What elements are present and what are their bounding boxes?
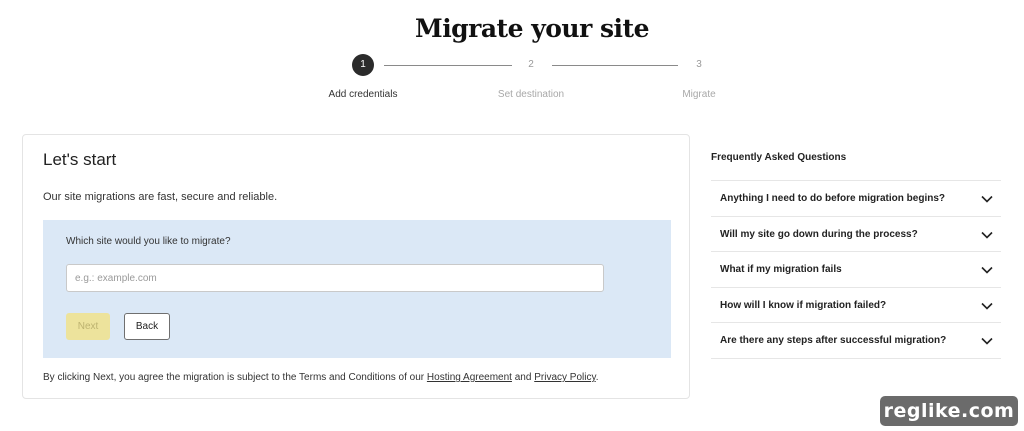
faq-list: Anything I need to do before migration b… xyxy=(711,180,1001,359)
card-subtitle: Our site migrations are fast, secure and… xyxy=(43,191,278,203)
card-title: Let's start xyxy=(43,150,117,169)
terms-text: By clicking Next, you agree the migratio… xyxy=(43,372,599,383)
step-2-label: Set destination xyxy=(497,89,565,100)
faq-item-migration-fails[interactable]: What if my migration fails xyxy=(711,252,1001,288)
step-connector-1 xyxy=(384,65,512,66)
site-form-panel: Which site would you like to migrate? Ne… xyxy=(43,220,671,358)
step-connector-2 xyxy=(552,65,678,66)
step-3-indicator: 3 xyxy=(696,59,702,70)
next-button[interactable]: Next xyxy=(66,313,110,340)
progress-stepper: 1 2 3 Add credentials Set destination Mi… xyxy=(0,0,1024,110)
chevron-down-icon xyxy=(981,302,993,310)
faq-title: Frequently Asked Questions xyxy=(711,152,847,163)
terms-prefix: By clicking Next, you agree the migratio… xyxy=(43,372,427,383)
faq-question: Anything I need to do before migration b… xyxy=(720,193,945,204)
privacy-policy-link[interactable]: Privacy Policy xyxy=(534,372,596,383)
faq-item-know-failed[interactable]: How will I know if migration failed? xyxy=(711,288,1001,323)
hosting-agreement-link[interactable]: Hosting Agreement xyxy=(427,372,512,383)
chevron-down-icon xyxy=(981,266,993,274)
site-url-input[interactable] xyxy=(66,264,604,292)
migration-card: Let's start Our site migrations are fast… xyxy=(22,134,690,399)
chevron-down-icon xyxy=(981,231,993,239)
faq-section: Frequently Asked Questions Anything I ne… xyxy=(711,152,1001,359)
terms-middle: and xyxy=(511,372,535,383)
chevron-down-icon xyxy=(981,195,993,203)
watermark-logo: reglike.com xyxy=(880,396,1018,426)
step-2-indicator: 2 xyxy=(528,59,534,70)
faq-question: Are there any steps after successful mig… xyxy=(720,335,947,346)
faq-question: How will I know if migration failed? xyxy=(720,299,887,311)
step-1-indicator: 1 xyxy=(352,54,374,76)
site-question-label: Which site would you like to migrate? xyxy=(66,236,231,247)
step-1-label: Add credentials xyxy=(328,89,398,100)
chevron-down-icon xyxy=(981,337,993,345)
step-3-label: Migrate xyxy=(682,89,716,100)
faq-question: What if my migration fails xyxy=(720,264,842,275)
back-button[interactable]: Back xyxy=(124,313,170,340)
faq-item-before-migration[interactable]: Anything I need to do before migration b… xyxy=(711,181,1001,217)
faq-question: Will my site go down during the process? xyxy=(720,228,918,240)
faq-item-site-down[interactable]: Will my site go down during the process? xyxy=(711,217,1001,252)
faq-item-after-migration[interactable]: Are there any steps after successful mig… xyxy=(711,323,1001,359)
terms-suffix: . xyxy=(595,372,599,383)
